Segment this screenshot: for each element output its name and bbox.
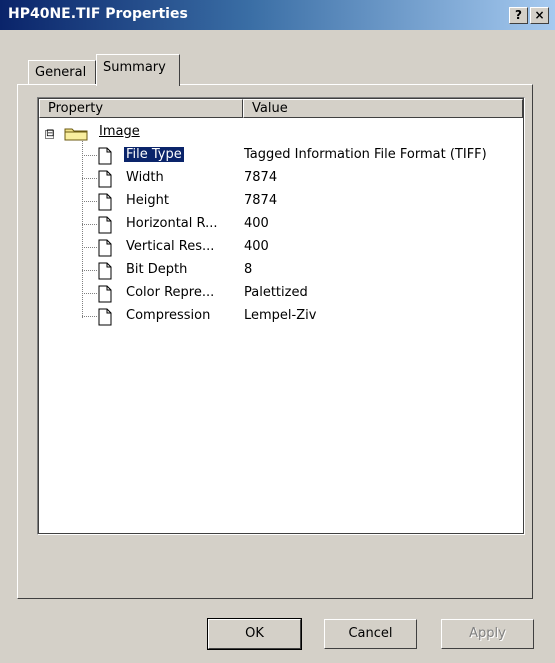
group-label-image[interactable]: Image [99,124,140,139]
property-value: 7874 [244,193,278,208]
property-name: Compression [126,308,211,323]
table-row[interactable]: Width 7874 [38,168,524,190]
property-name: Height [126,193,169,208]
tab-panel-summary: Property Value ⊟ Image File Type Tagged I… [17,84,533,599]
document-icon [98,170,112,188]
property-value: Palettized [244,285,308,300]
property-name: Bit Depth [126,262,188,277]
document-icon [98,147,112,165]
apply-button[interactable]: Apply [441,619,534,649]
document-icon [98,216,112,234]
table-row[interactable]: File Type Tagged Information File Format … [38,145,524,167]
tree-connector [82,270,97,271]
folder-icon [64,128,88,141]
cancel-button[interactable]: Cancel [324,619,417,649]
document-icon [98,308,112,326]
property-name: Vertical Res... [126,239,215,254]
window-title: HP40NE.TIF Properties [8,6,188,22]
tree-connector [82,316,97,317]
document-icon [98,262,112,280]
collapse-icon[interactable]: ⊟ [45,129,54,139]
tree-connector [82,201,97,202]
table-row[interactable]: Height 7874 [38,191,524,213]
table-row[interactable]: Compression Lempel-Ziv [38,306,524,328]
document-icon [98,239,112,257]
table-row[interactable]: Color Repre... Palettized [38,283,524,305]
property-name: File Type [123,146,185,163]
property-list[interactable]: Property Value ⊟ Image File Type Tagged I… [37,97,525,535]
tab-general[interactable]: General [28,60,96,84]
tree-connector [82,247,97,248]
property-name: Width [126,170,164,185]
ok-button[interactable]: OK [207,618,302,650]
tree-connector [82,178,97,179]
property-value: 7874 [244,170,278,185]
help-button[interactable]: ? [509,7,528,24]
property-name: Horizontal R... [126,216,218,231]
tree-connector [82,293,97,294]
close-button[interactable]: × [530,7,549,24]
property-value: Lempel-Ziv [244,308,317,323]
tree-connector [82,224,97,225]
property-value: 8 [244,262,253,277]
tab-summary[interactable]: Summary [96,54,180,86]
property-value: 400 [244,239,269,254]
document-icon [98,285,112,303]
table-row[interactable]: Vertical Res... 400 [38,237,524,259]
table-row[interactable]: Bit Depth 8 [38,260,524,282]
title-bar[interactable]: HP40NE.TIF Properties ? × [0,0,555,30]
properties-dialog: HP40NE.TIF Properties ? × General Summar… [0,0,555,663]
tree-connector [82,155,97,156]
property-name: Color Repre... [126,285,215,300]
property-value: Tagged Information File Format (TIFF) [244,147,487,162]
property-tree: ⊟ Image File Type Tagged Information File… [38,98,524,534]
document-icon [98,193,112,211]
property-value: 400 [244,216,269,231]
table-row[interactable]: Horizontal R... 400 [38,214,524,236]
